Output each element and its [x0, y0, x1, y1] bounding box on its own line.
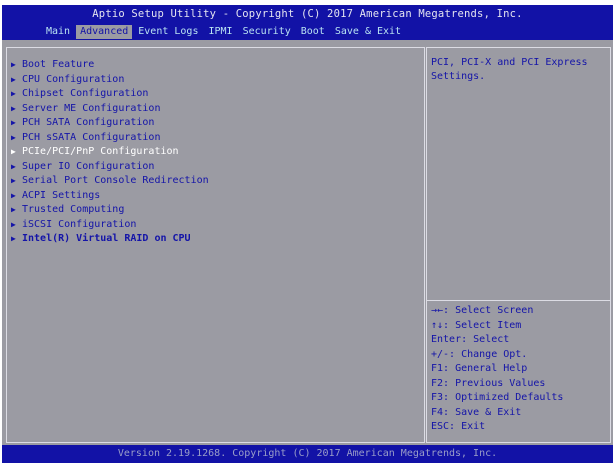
menu-panel: ▶ Boot Feature ▶ CPU Configuration ▶ Chi… — [6, 47, 425, 443]
bios-screen: Aptio Setup Utility - Copyright (C) 2017… — [2, 5, 613, 463]
key-legend: →←: Select Screen ↑↓: Select Item Enter:… — [431, 304, 563, 435]
key-select-screen: →←: Select Screen — [431, 305, 534, 316]
tab-save-exit[interactable]: Save & Exit — [331, 25, 405, 39]
menu-list: ▶ Boot Feature ▶ CPU Configuration ▶ Chi… — [11, 58, 209, 247]
key-general-help: F1: General Help — [431, 363, 528, 374]
version-text: Version 2.19.1268. Copyright (C) 2017 Am… — [117, 448, 498, 459]
menu-item-label: Server ME Configuration — [22, 102, 161, 114]
triangle-right-icon: ▶ — [11, 219, 16, 229]
help-divider — [427, 300, 610, 301]
tab-bar: Main Advanced Event Logs IPMI Security B… — [42, 25, 407, 39]
key-optimized-defaults: F3: Optimized Defaults — [431, 392, 564, 403]
triangle-right-icon: ▶ — [11, 74, 16, 84]
menu-item-acpi-settings[interactable]: ▶ ACPI Settings — [11, 189, 209, 204]
menu-item-label: PCH SATA Configuration — [22, 117, 155, 128]
menu-item-label: Intel(R) Virtual RAID on CPU — [22, 233, 191, 244]
menu-item-pcie-pci-pnp-configuration[interactable]: ▶ PCIe/PCI/PnP Configuration — [11, 145, 209, 160]
menu-item-super-io-configuration[interactable]: ▶ Super IO Configuration — [11, 160, 209, 175]
menu-item-chipset-configuration[interactable]: ▶ Chipset Configuration — [11, 87, 209, 102]
menu-item-label: ACPI Settings — [22, 189, 101, 201]
tab-advanced[interactable]: Advanced — [76, 25, 133, 39]
menu-item-intel-virtual-raid-on-cpu[interactable]: ▶ Intel(R) Virtual RAID on CPU — [11, 232, 209, 247]
menu-item-label: Boot Feature — [22, 59, 95, 70]
help-text: PCI, PCI-X and PCI Express Settings. — [431, 57, 588, 82]
tab-security[interactable]: Security — [239, 25, 295, 39]
menu-item-iscsi-configuration[interactable]: ▶ iSCSI Configuration — [11, 218, 209, 233]
triangle-right-icon: ▶ — [11, 234, 16, 243]
tab-event-logs[interactable]: Event Logs — [134, 25, 202, 39]
menu-item-boot-feature[interactable]: ▶ Boot Feature — [11, 58, 209, 73]
header-bar: Aptio Setup Utility - Copyright (C) 2017… — [2, 5, 613, 40]
triangle-right-icon: ▶ — [11, 161, 16, 171]
tab-boot[interactable]: Boot — [297, 25, 329, 39]
key-select-item: ↑↓: Select Item — [431, 319, 522, 331]
menu-item-label: PCIe/PCI/PnP Configuration — [22, 146, 179, 157]
triangle-right-icon: ▶ — [11, 132, 16, 142]
triangle-right-icon: ▶ — [11, 176, 16, 185]
menu-item-label: PCH sSATA Configuration — [22, 131, 161, 143]
key-save-exit: F4: Save & Exit — [431, 406, 522, 418]
tab-main[interactable]: Main — [42, 25, 74, 39]
menu-item-label: Chipset Configuration — [22, 88, 149, 99]
bios-title: Aptio Setup Utility - Copyright (C) 2017… — [92, 8, 523, 20]
triangle-right-icon: ▶ — [11, 147, 16, 156]
menu-item-trusted-computing[interactable]: ▶ Trusted Computing — [11, 203, 209, 218]
key-enter-select: Enter: Select — [431, 334, 510, 345]
triangle-right-icon: ▶ — [11, 190, 16, 200]
key-esc-exit: ESC: Exit — [431, 421, 486, 432]
triangle-right-icon: ▶ — [11, 205, 16, 214]
tab-ipmi[interactable]: IPMI — [204, 25, 236, 39]
menu-item-label: Trusted Computing — [22, 204, 125, 215]
menu-item-label: Serial Port Console Redirection — [22, 175, 209, 186]
menu-item-cpu-configuration[interactable]: ▶ CPU Configuration — [11, 73, 209, 88]
menu-item-label: Super IO Configuration — [22, 160, 155, 172]
menu-item-server-me-configuration[interactable]: ▶ Server ME Configuration — [11, 102, 209, 117]
footer-bar: Version 2.19.1268. Copyright (C) 2017 Am… — [2, 445, 613, 463]
key-previous-values: F2: Previous Values — [431, 377, 546, 389]
menu-item-pch-ssata-configuration[interactable]: ▶ PCH sSATA Configuration — [11, 131, 209, 146]
menu-item-label: CPU Configuration — [22, 73, 125, 85]
menu-item-label: iSCSI Configuration — [22, 218, 137, 230]
key-change-opt: +/-: Change Opt. — [431, 348, 528, 360]
triangle-right-icon: ▶ — [11, 103, 16, 113]
menu-item-pch-sata-configuration[interactable]: ▶ PCH SATA Configuration — [11, 116, 209, 131]
triangle-right-icon: ▶ — [11, 89, 16, 98]
help-panel: PCI, PCI-X and PCI Express Settings. →←:… — [426, 47, 611, 443]
triangle-right-icon: ▶ — [11, 60, 16, 69]
triangle-right-icon: ▶ — [11, 118, 16, 127]
menu-item-serial-port-console-redirection[interactable]: ▶ Serial Port Console Redirection — [11, 174, 209, 189]
